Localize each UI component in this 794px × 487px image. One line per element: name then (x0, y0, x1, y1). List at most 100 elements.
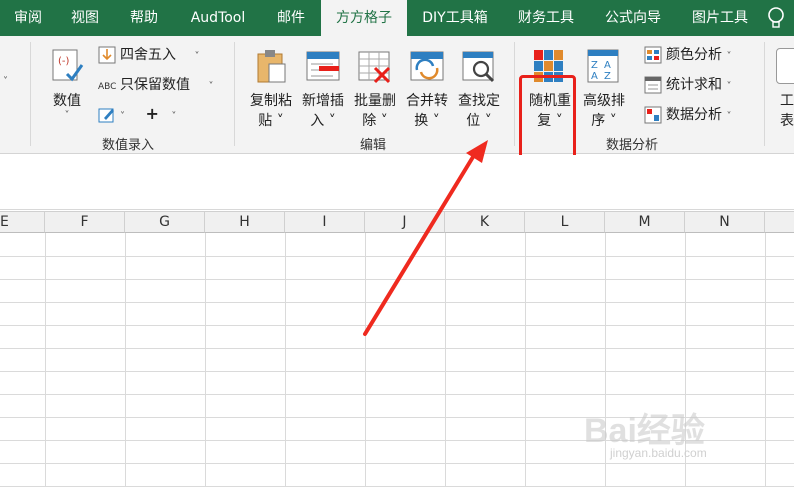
group-separator (234, 42, 235, 146)
grid-row-line (0, 279, 794, 280)
batch-delete-label-2: 除 ˅ (362, 113, 388, 129)
svg-text:A: A (591, 71, 598, 82)
group-label-edit: 编辑 (360, 138, 387, 153)
merge-convert-label-1: 合并转 (406, 93, 448, 109)
group-label-numeric: 数值录入 (102, 138, 155, 153)
grid-column-line (765, 233, 766, 487)
copy-paste-button[interactable]: 复制粘 贴 ˅ (246, 44, 296, 129)
merge-convert-label-2: 换 ˅ (414, 113, 440, 129)
watermark-text: Bai经验 (584, 411, 705, 450)
numeric-button-label: 数值 (53, 93, 81, 109)
baidu-watermark-logo: Bai经验 (584, 411, 705, 450)
grid-row-line (0, 325, 794, 326)
watermark-url: jingyan.baidu.com (610, 446, 707, 460)
find-locate-label-2: 位 ˅ (466, 113, 492, 129)
grid-column-line (365, 233, 366, 487)
merge-convert-icon (410, 51, 444, 81)
tab-mail[interactable]: 邮件 (266, 0, 316, 36)
chevron-down-icon[interactable]: ˅ (3, 76, 8, 87)
advanced-sort-label-2: 序 ˅ (591, 113, 617, 129)
grid-row-line (0, 256, 794, 257)
chevron-down-icon: ˅ (726, 51, 732, 62)
grid-column-line (125, 233, 126, 487)
keep-values-button[interactable]: ABC 只保留数值 ˅ (98, 74, 213, 96)
edit-cell-button[interactable]: ˅ + ˅ (98, 104, 176, 126)
column-header-e[interactable]: E (0, 211, 45, 233)
chevron-down-icon: ˅ (171, 111, 177, 122)
column-header-i[interactable]: I (285, 211, 365, 233)
insert-rows-icon (306, 51, 340, 81)
tab-diy-toolbox[interactable]: DIY工具箱 (412, 0, 498, 36)
sum-stats-icon (644, 76, 662, 94)
svg-text:A: A (604, 60, 611, 71)
tab-fangfang-gezi[interactable]: 方方格子 (321, 0, 407, 37)
column-header-f[interactable]: F (45, 211, 125, 233)
numeric-entry-icon: (-) (52, 49, 84, 82)
round-button[interactable]: 四舍五入 ˅ (98, 44, 199, 66)
data-analysis-label: 数据分析 (666, 107, 722, 123)
find-locate-label-1: 查找定 (458, 93, 500, 109)
insert-label-2: 入 ˅ (310, 113, 336, 129)
column-header-l[interactable]: L (525, 211, 605, 233)
numeric-button[interactable]: (-) 数值 ˅ (42, 44, 92, 128)
find-locate-button[interactable]: 查找定 位 ˅ (454, 44, 504, 129)
column-header-m[interactable]: M (605, 211, 685, 233)
formula-bar[interactable] (0, 166, 794, 210)
color-analysis-icon (644, 46, 662, 64)
group-separator (30, 42, 31, 146)
tab-help[interactable]: 帮助 (118, 0, 170, 36)
lightbulb-icon[interactable] (766, 6, 786, 30)
advanced-sort-button[interactable]: Z A A Z 高级排 序 ˅ (578, 44, 630, 129)
grid-column-line (525, 233, 526, 487)
svg-text:(-): (-) (58, 56, 70, 67)
data-analysis-icon (644, 106, 662, 124)
chevron-down-icon: ˅ (726, 81, 732, 92)
svg-text:Z: Z (604, 71, 611, 82)
worksheet-tools-icon (776, 48, 794, 84)
merge-convert-button[interactable]: 合并转 换 ˅ (402, 44, 452, 129)
column-header-o[interactable] (765, 211, 794, 233)
data-analysis-button[interactable]: 数据分析 ˅ (644, 104, 731, 126)
tab-picture-tools[interactable]: 图片工具 (680, 0, 760, 36)
grid-row-line (0, 371, 794, 372)
tab-review[interactable]: 审阅 (2, 0, 54, 36)
search-icon (462, 51, 495, 83)
ribbon-body: ˅ (-) 数值 ˅ 四舍五入 ˅ ABC只保留数值 ˅ ˅ + ˅ 数值录入 (0, 36, 794, 166)
grid-column-line (45, 233, 46, 487)
column-header-k[interactable]: K (445, 211, 525, 233)
worksheet-tools-label-1: 工 (780, 93, 794, 109)
worksheet-tools-button[interactable]: 工 表 (772, 44, 794, 129)
highlight-box (519, 75, 576, 166)
chevron-down-icon: ˅ (194, 51, 200, 62)
grid-row-line (0, 302, 794, 303)
keep-values-label: 只保留数值 (120, 77, 190, 93)
round-icon (98, 46, 116, 64)
tab-finance-tools[interactable]: 财务工具 (506, 0, 586, 36)
advanced-sort-label-1: 高级排 (583, 93, 625, 109)
plus-icon[interactable]: + (145, 104, 158, 123)
tab-formula-wizard[interactable]: 公式向导 (592, 0, 674, 36)
worksheet-tools-label-2: 表 (780, 113, 794, 129)
sum-stats-button[interactable]: 统计求和 ˅ (644, 74, 731, 96)
group-separator (764, 42, 765, 146)
column-header-h[interactable]: H (205, 211, 285, 233)
grid-row-line (0, 348, 794, 349)
color-analysis-button[interactable]: 颜色分析 ˅ (644, 44, 731, 66)
tab-view[interactable]: 视图 (58, 0, 112, 36)
tab-audtool[interactable]: AudTool (178, 0, 258, 36)
column-header-g[interactable]: G (125, 211, 205, 233)
copy-paste-label-2: 贴 ˅ (258, 113, 284, 129)
column-header-j[interactable]: J (365, 211, 445, 233)
batch-delete-label-1: 批量删 (354, 93, 396, 109)
batch-delete-button[interactable]: 批量删 除 ˅ (350, 44, 400, 129)
delete-grid-icon (358, 51, 391, 84)
round-label: 四舍五入 (120, 47, 176, 63)
group-label-analysis: 数据分析 (606, 138, 659, 153)
grid-column-line (205, 233, 206, 487)
chevron-down-icon: ˅ (726, 111, 732, 122)
column-header-n[interactable]: N (685, 211, 765, 233)
insert-button[interactable]: 新增插 入 ˅ (298, 44, 348, 129)
pencil-edit-icon (98, 108, 114, 123)
copy-paste-label-1: 复制粘 (250, 93, 292, 109)
chevron-down-icon: ˅ (64, 110, 70, 121)
